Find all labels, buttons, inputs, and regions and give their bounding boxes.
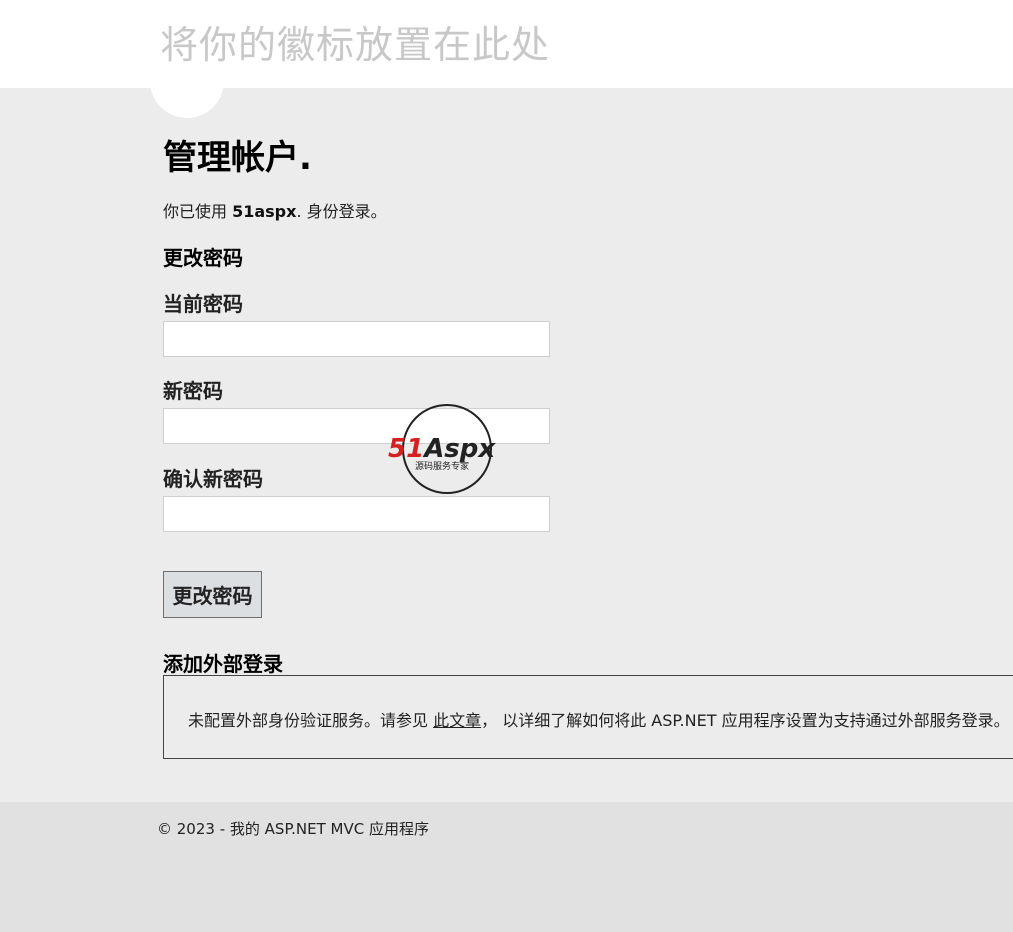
login-status-prefix: 你已使用 (163, 202, 233, 221)
change-password-button[interactable]: 更改密码 (163, 571, 262, 618)
site-header: 将你的徽标放置在此处 (0, 0, 1013, 88)
new-password-label: 新密码 (163, 379, 223, 403)
copyright-text: © 2023 - 我的 ASP.NET MVC 应用程序 (157, 820, 429, 838)
external-login-message-after: ， 以详细了解如何将此 ASP.NET 应用程序设置为支持通过外部服务登录。 (481, 711, 1010, 730)
watermark-brand-num: 51 (388, 434, 424, 464)
current-password-label: 当前密码 (163, 292, 243, 316)
watermark-brand-text: Aspx (422, 434, 496, 464)
current-password-field[interactable] (163, 321, 550, 357)
login-username: 51aspx (232, 202, 297, 221)
external-login-heading: 添加外部登录 (163, 652, 283, 676)
external-login-message-before: 未配置外部身份验证服务。请参见 (188, 711, 434, 730)
site-logo-placeholder[interactable]: 将你的徽标放置在此处 (160, 14, 550, 69)
watermark-tagline: 源码服务专家 (415, 460, 469, 472)
page-title: 管理帐户. (163, 138, 312, 178)
confirm-password-field[interactable] (163, 496, 550, 532)
watermark-brand: 51Aspx (388, 434, 496, 464)
login-status-suffix: . 身份登录。 (296, 202, 387, 221)
site-footer: © 2023 - 我的 ASP.NET MVC 应用程序 (0, 802, 1013, 932)
external-login-message: 未配置外部身份验证服务。请参见 此文章， 以详细了解如何将此 ASP.NET 应… (188, 707, 1010, 731)
logo-circle-decoration (150, 88, 224, 118)
login-status: 你已使用 51aspx. 身份登录。 (163, 198, 387, 222)
confirm-password-label: 确认新密码 (163, 467, 263, 491)
external-login-notice: 未配置外部身份验证服务。请参见 此文章， 以详细了解如何将此 ASP.NET 应… (163, 675, 1013, 759)
change-password-heading: 更改密码 (163, 246, 243, 270)
51aspx-watermark-logo: 51Aspx 源码服务专家 (388, 404, 496, 494)
article-link[interactable]: 此文章 (433, 711, 481, 730)
